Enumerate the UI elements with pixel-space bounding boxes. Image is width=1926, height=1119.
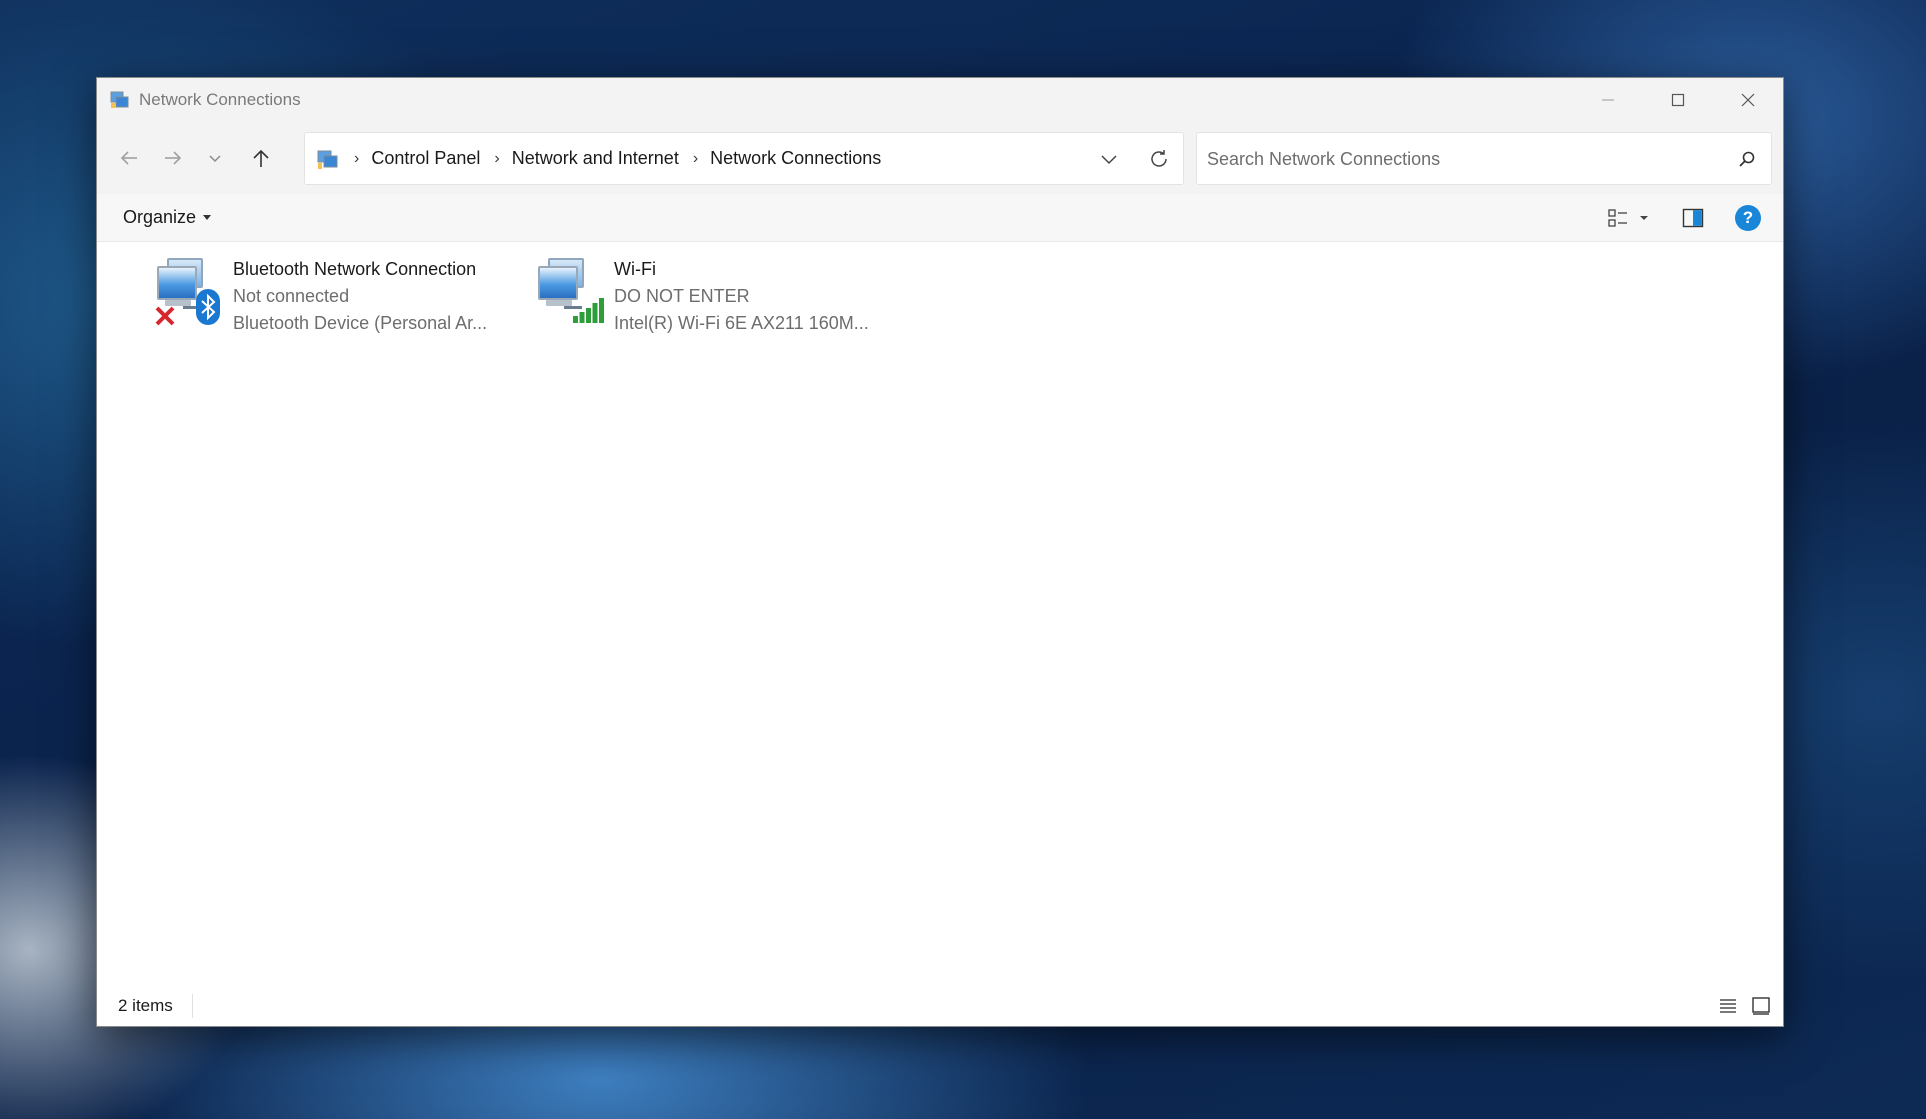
breadcrumb-separator-icon[interactable]: ›	[693, 150, 698, 168]
search-icon[interactable]	[1737, 149, 1757, 169]
chevron-down-icon	[209, 155, 221, 163]
breadcrumb-control-panel[interactable]: Control Panel	[371, 148, 480, 169]
connection-device: Intel(R) Wi-Fi 6E AX211 160M...	[614, 313, 869, 333]
control-panel-location-icon	[316, 147, 340, 171]
window-controls	[1573, 78, 1783, 122]
item-details: Wi-Fi DO NOT ENTER Intel(R) Wi-Fi 6E AX2…	[614, 252, 869, 342]
breadcrumb-separator-icon[interactable]: ›	[494, 150, 499, 168]
connection-status: Not connected	[233, 286, 350, 306]
back-button[interactable]	[111, 140, 147, 176]
navigation-bar: › Control Panel › Network and Internet ›…	[97, 122, 1783, 194]
organize-menu-button[interactable]: Organize	[123, 207, 212, 228]
close-icon	[1741, 93, 1755, 107]
address-bar[interactable]: › Control Panel › Network and Internet ›…	[304, 132, 1184, 185]
help-button[interactable]: ?	[1735, 205, 1761, 231]
list-item-wifi[interactable]: Wi-Fi DO NOT ENTER Intel(R) Wi-Fi 6E AX2…	[534, 252, 869, 342]
connections-list: Bluetooth Network Connection Not connect…	[97, 242, 1783, 977]
minimize-icon	[1602, 99, 1614, 101]
command-bar: Organize ?	[97, 194, 1783, 242]
view-options-icon	[1608, 209, 1627, 227]
disconnected-x-icon	[155, 306, 175, 326]
connection-device: Bluetooth Device (Personal Ar...	[233, 313, 488, 333]
breadcrumb-separator-icon: ›	[354, 149, 360, 167]
arrow-right-icon	[165, 151, 182, 165]
bluetooth-network-icon	[153, 252, 229, 328]
forward-button[interactable]	[155, 140, 191, 176]
status-bar: 2 items	[97, 986, 1783, 1026]
change-view-button[interactable]	[1606, 206, 1652, 230]
status-divider	[192, 994, 193, 1018]
connection-status: DO NOT ENTER	[614, 286, 750, 306]
breadcrumb-network-and-internet[interactable]: Network and Internet	[512, 148, 679, 169]
maximize-icon	[1671, 93, 1685, 107]
details-view-icon[interactable]	[1717, 995, 1739, 1017]
preview-pane-icon	[1682, 208, 1704, 228]
network-connections-window: Network Connections › Control Panel › Ne…	[96, 77, 1784, 1027]
large-icons-view-icon[interactable]	[1750, 995, 1772, 1017]
wifi-network-icon	[534, 252, 610, 328]
arrow-up-icon	[253, 149, 269, 167]
caret-down-icon	[1640, 216, 1648, 220]
connection-name: Bluetooth Network Connection	[233, 259, 477, 279]
up-button[interactable]	[243, 140, 279, 176]
search-box[interactable]: Search Network Connections	[1196, 132, 1772, 185]
refresh-button[interactable]	[1145, 145, 1173, 173]
connection-name: Wi-Fi	[614, 259, 656, 279]
preview-pane-button[interactable]	[1681, 206, 1705, 230]
chevron-down-icon	[1101, 155, 1117, 165]
address-history-dropdown[interactable]	[1097, 147, 1121, 171]
recent-locations-button[interactable]	[197, 140, 233, 176]
refresh-icon	[1151, 150, 1167, 167]
item-details: Bluetooth Network Connection Not connect…	[233, 252, 487, 342]
maximize-button[interactable]	[1643, 78, 1713, 122]
breadcrumb-network-connections[interactable]: Network Connections	[710, 148, 881, 169]
bluetooth-icon	[196, 289, 220, 325]
list-item-bluetooth-network-connection[interactable]: Bluetooth Network Connection Not connect…	[153, 252, 487, 342]
network-connections-app-icon	[109, 89, 131, 111]
window-title: Network Connections	[139, 90, 301, 109]
arrow-left-icon	[120, 151, 137, 165]
search-input[interactable]: Search Network Connections	[1207, 149, 1440, 170]
caret-down-icon	[203, 215, 212, 220]
item-count: 2 items	[118, 996, 173, 1015]
close-button[interactable]	[1713, 78, 1783, 122]
signal-bars-icon	[573, 298, 604, 323]
organize-label: Organize	[123, 207, 197, 227]
title-bar: Network Connections	[97, 78, 1783, 122]
minimize-button[interactable]	[1573, 78, 1643, 122]
